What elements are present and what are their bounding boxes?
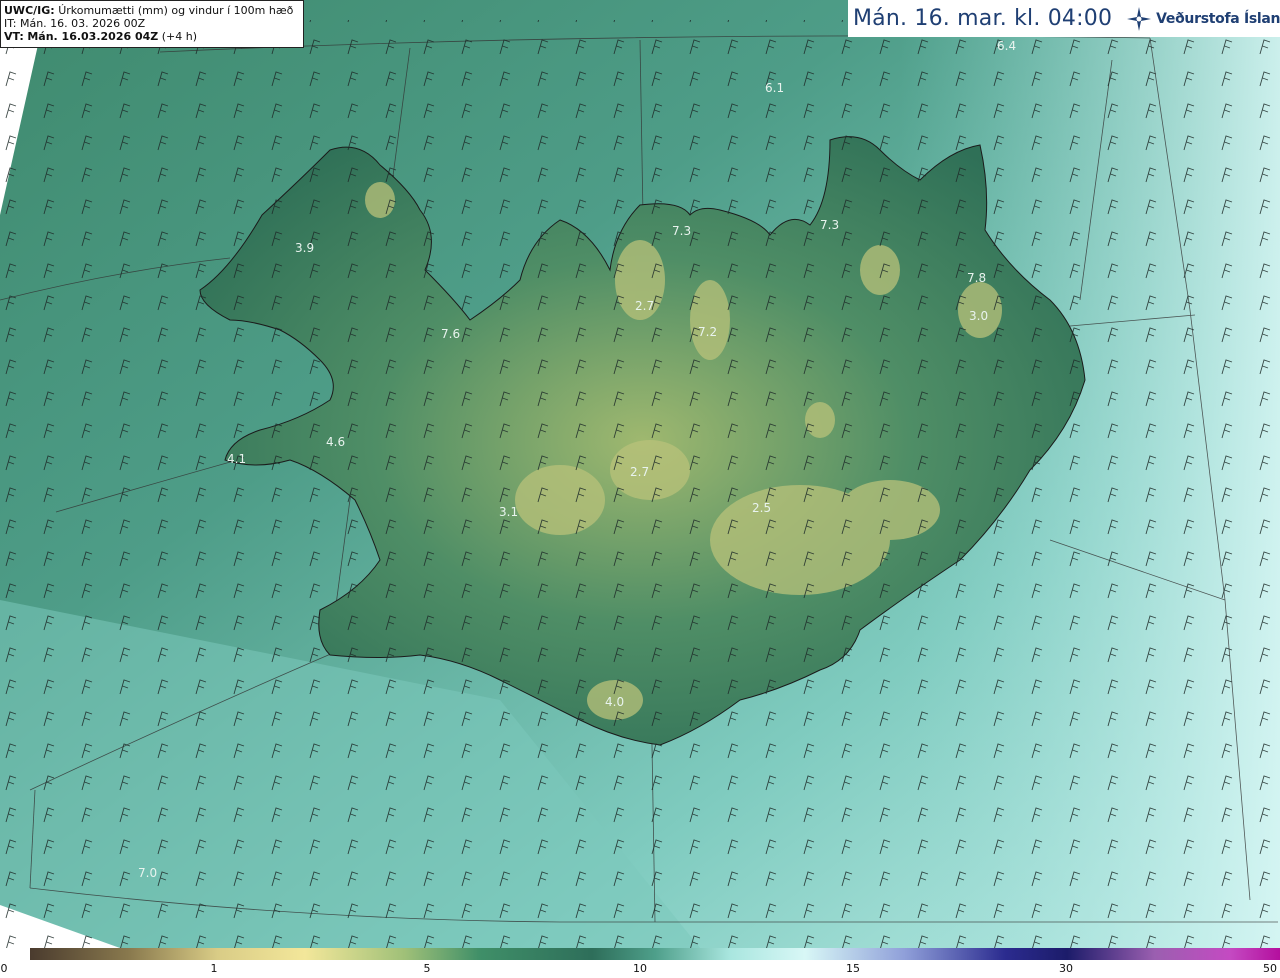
colorbar-tick: 0 xyxy=(0,962,8,975)
map-label: 7.2 xyxy=(698,325,717,339)
valid-line: VT: Mán. 16.03.2026 04Z (+4 h) xyxy=(4,30,300,43)
wind-barbs-field xyxy=(0,20,1280,948)
map-label: 7.3 xyxy=(820,218,839,232)
product-description: Úrkomumætti (mm) og vindur í 100m hæð xyxy=(58,4,294,17)
colorbar-tick: 50 xyxy=(1263,962,1277,975)
map-label: 4.6 xyxy=(326,435,345,449)
valid-time: Mán. 16.03.2026 04Z xyxy=(27,30,159,43)
map-label: 3.0 xyxy=(969,309,988,323)
map-view[interactable]: 6.4 6.1 3.9 7.3 7.3 7.6 2.7 7.2 7.8 3.0 … xyxy=(0,0,1280,948)
map-label: 4.0 xyxy=(605,695,624,709)
colorbar-tick: 15 xyxy=(846,962,860,975)
map-label: 7.3 xyxy=(672,224,691,238)
colorbar-tick: 30 xyxy=(1059,962,1073,975)
lead-time: (+4 h) xyxy=(161,30,198,43)
map-label: 7.6 xyxy=(441,327,460,341)
map-label: 6.1 xyxy=(765,81,784,95)
map-label: 7.0 xyxy=(138,866,157,880)
timestamp-header: Mán. 16. mar. kl. 04:00 Veðurstofa Íslan… xyxy=(848,0,1280,37)
map-label: 7.8 xyxy=(967,271,986,285)
colorbar-ticks: 0 1 5 10 15 30 50 xyxy=(0,960,1280,978)
map-canvas[interactable]: 6.4 6.1 3.9 7.3 7.3 7.6 2.7 7.2 7.8 3.0 … xyxy=(0,0,1280,948)
colorbar xyxy=(30,948,1280,960)
brand-name: Veðurstofa Íslands xyxy=(1156,10,1280,27)
map-label: 3.1 xyxy=(499,505,518,519)
brand-logo[interactable]: Veðurstofa Íslands xyxy=(1126,6,1280,32)
colorbar-tick: 5 xyxy=(423,962,431,975)
product-line: UWC/IG: Úrkomumætti (mm) og vindur í 100… xyxy=(4,4,300,17)
product-info-box: UWC/IG: Úrkomumætti (mm) og vindur í 100… xyxy=(0,0,304,48)
snowflake-star-icon xyxy=(1127,6,1152,31)
map-label: 2.5 xyxy=(752,501,771,515)
map-label: 2.7 xyxy=(635,299,654,313)
product-code: UWC/IG: xyxy=(4,4,55,17)
map-label: 2.7 xyxy=(630,465,649,479)
colorbar-tick: 10 xyxy=(633,962,647,975)
valid-prefix: VT: xyxy=(4,30,24,43)
map-label: 3.9 xyxy=(295,241,314,255)
map-label: 6.4 xyxy=(997,39,1016,53)
init-time: IT: Mán. 16. 03. 2026 00Z xyxy=(4,17,146,30)
forecast-timestamp: Mán. 16. mar. kl. 04:00 xyxy=(853,6,1113,31)
colorbar-tick: 1 xyxy=(210,962,218,975)
map-label: 4.1 xyxy=(227,452,246,466)
